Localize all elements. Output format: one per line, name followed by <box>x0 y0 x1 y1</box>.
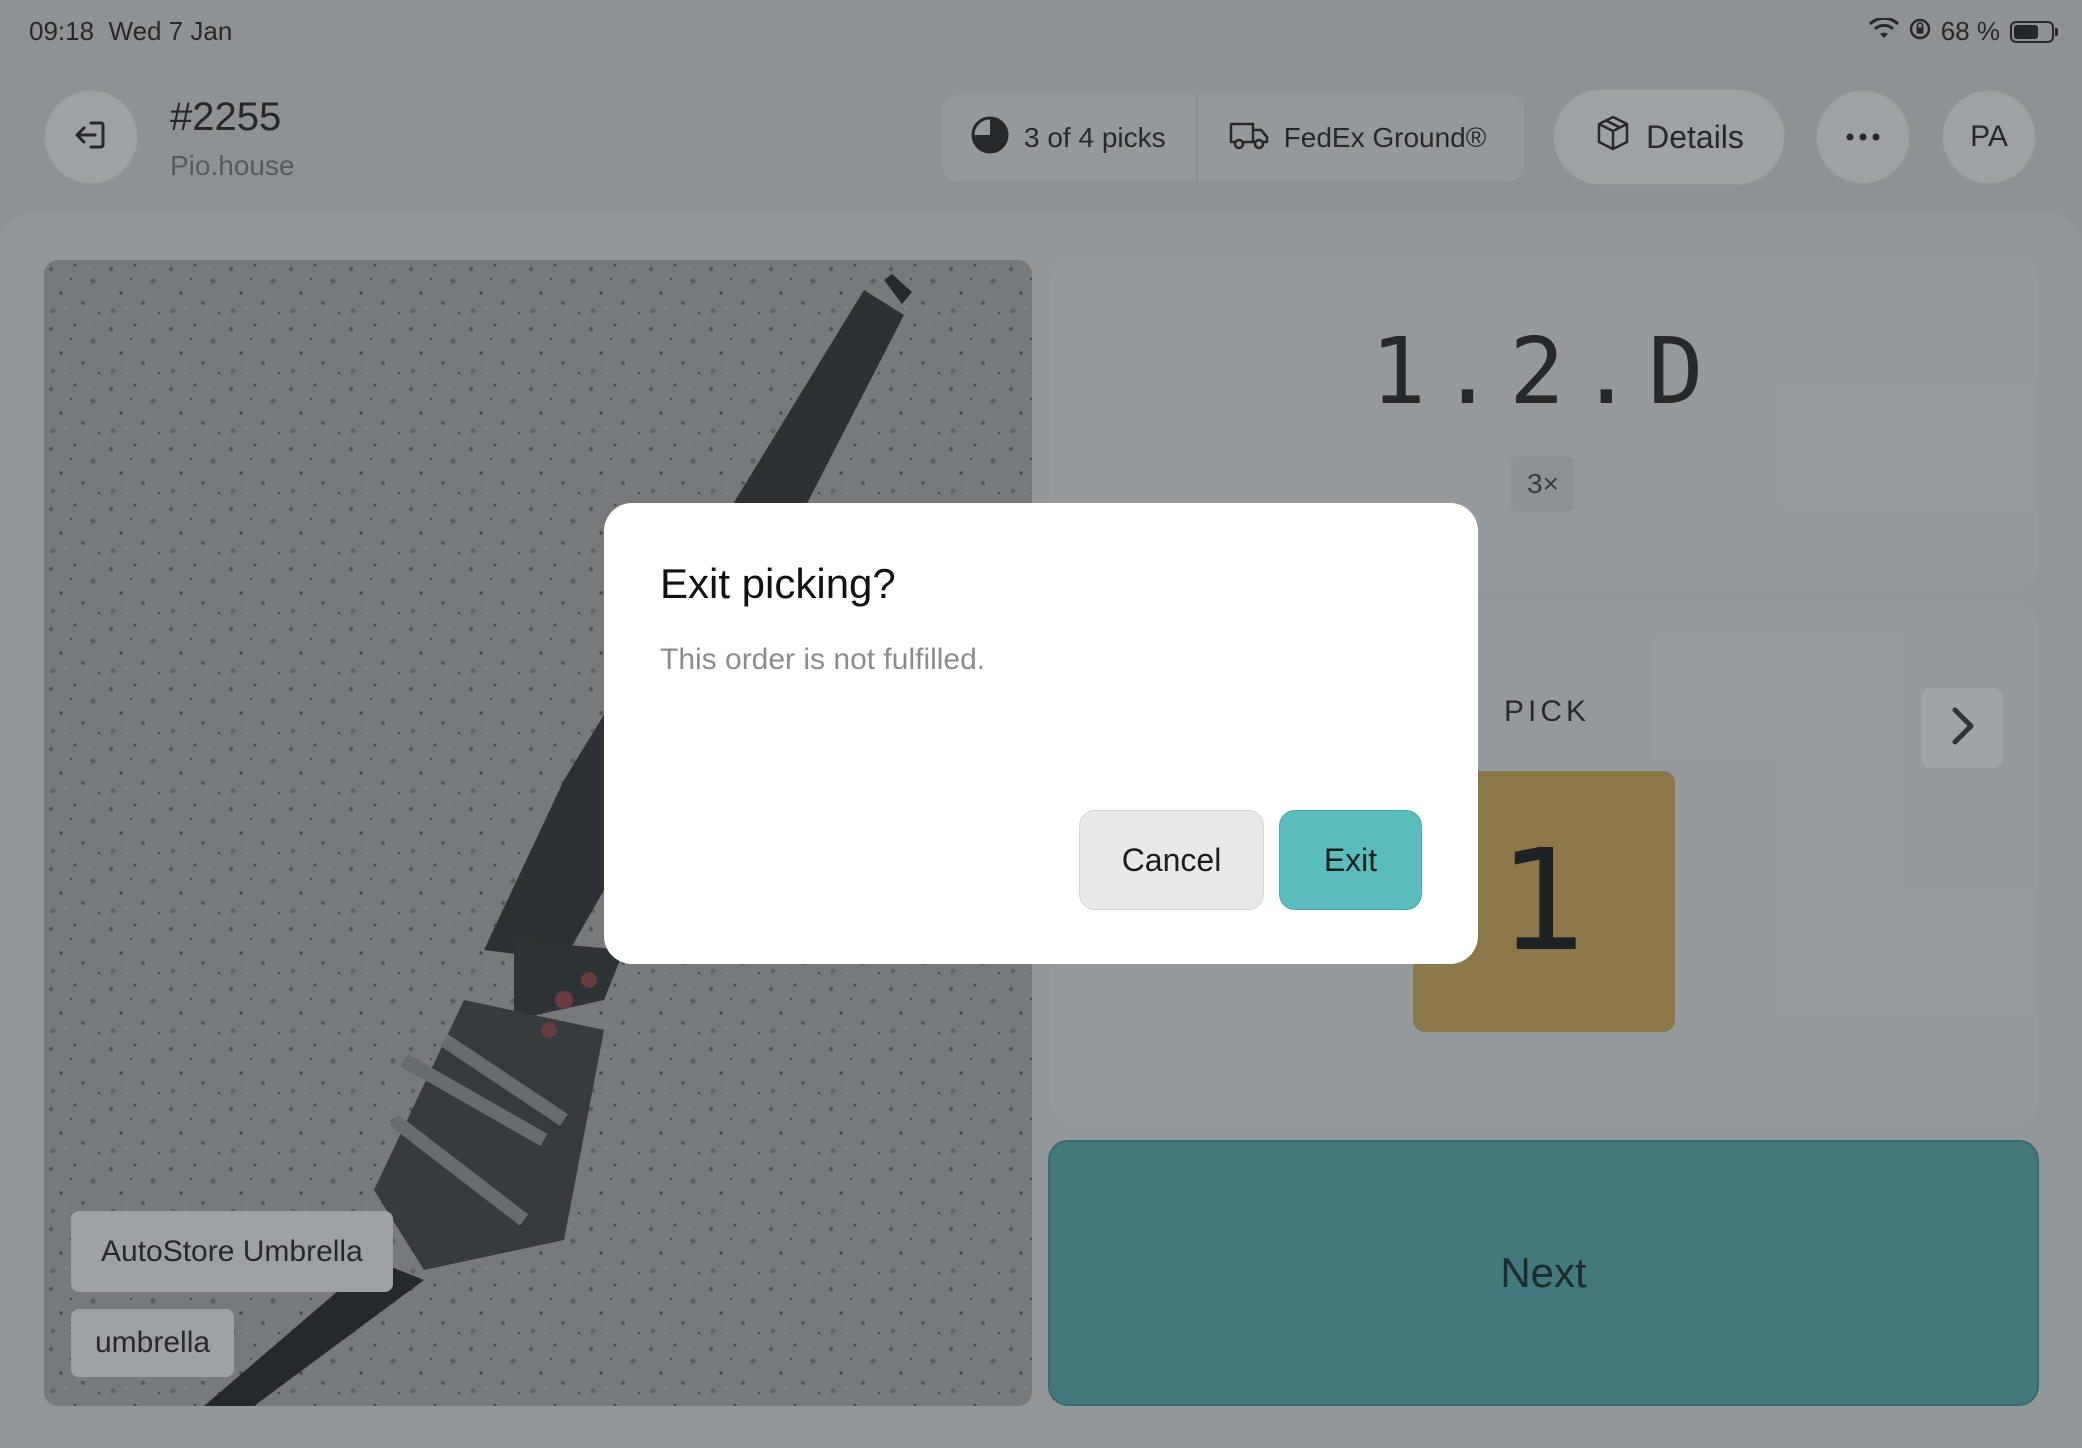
exit-label: Exit <box>1323 841 1378 878</box>
exit-button[interactable]: Exit <box>1279 810 1422 910</box>
dialog-title: Exit picking? <box>660 560 896 607</box>
dialog-message: This order is not fulfilled. <box>660 643 986 676</box>
cancel-button[interactable]: Cancel <box>1079 810 1264 910</box>
cancel-label: Cancel <box>1121 841 1222 878</box>
